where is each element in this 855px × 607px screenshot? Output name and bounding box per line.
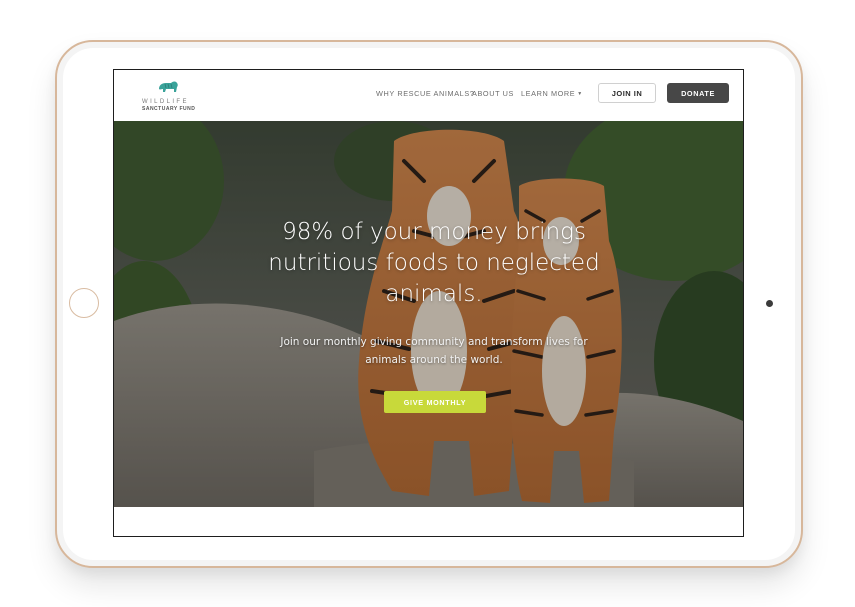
tiger-icon <box>159 81 178 92</box>
nav-link-learn-more[interactable]: LEARN MORE ▼ <box>521 89 583 98</box>
tablet-camera <box>766 300 773 307</box>
donate-button[interactable]: DONATE <box>667 83 729 103</box>
content-area-below-hero <box>114 507 743 536</box>
hero-dim-overlay <box>114 121 743 507</box>
logo-subtitle: SANCTUARY FUND <box>142 106 196 112</box>
join-in-button[interactable]: JOIN IN <box>598 83 656 103</box>
nav-link-why-rescue[interactable]: WHY RESCUE ANIMALS? <box>376 89 474 98</box>
give-monthly-button[interactable]: GIVE MONTHLY <box>384 391 486 413</box>
chevron-down-icon: ▼ <box>577 91 583 97</box>
hero-headline: 98% of your money brings nutritious food… <box>268 219 600 307</box>
nav-link-learn-more-label: LEARN MORE <box>521 89 576 98</box>
hero-section: 98% of your money brings nutritious food… <box>114 121 743 507</box>
tablet-home-button <box>69 288 99 318</box>
hero-subheadline: Join our monthly giving community and tr… <box>280 336 588 366</box>
nav-link-about-us[interactable]: ABOUT US <box>472 89 514 98</box>
site-logo[interactable]: WILDLIFE SANCTUARY FUND <box>140 80 200 114</box>
tablet-screen: WILDLIFE SANCTUARY FUND WHY RESCUE ANIMA… <box>113 69 744 537</box>
top-navigation: WILDLIFE SANCTUARY FUND WHY RESCUE ANIMA… <box>114 70 743 121</box>
logo-wordmark: WILDLIFE <box>142 99 189 105</box>
